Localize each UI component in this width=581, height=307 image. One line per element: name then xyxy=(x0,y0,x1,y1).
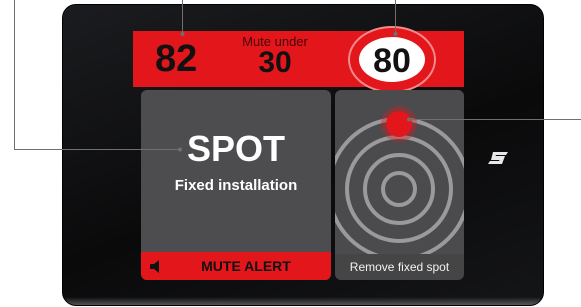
spot-alert-panel: SPOT Fixed installation MUTE ALERT xyxy=(141,90,331,280)
spot-title: SPOT xyxy=(186,128,285,169)
stage: 82 Mute under 30 80 SPOT Fixed installat… xyxy=(0,0,581,307)
device-bezel-edge xyxy=(63,297,543,305)
device-screen: 82 Mute under 30 80 SPOT Fixed installat… xyxy=(62,4,544,306)
radar-target-icon xyxy=(335,106,464,254)
current-speed: 82 xyxy=(155,38,198,80)
speed-limit-sign-face: 80 xyxy=(359,37,425,82)
remove-fixed-spot-button[interactable]: Remove fixed spot xyxy=(335,90,464,280)
remove-fixed-spot-label: Remove fixed spot xyxy=(335,254,464,280)
speed-limit-value: 80 xyxy=(373,42,411,80)
brand-logo-icon xyxy=(488,152,508,164)
spot-subtitle: Fixed installation xyxy=(174,177,298,194)
mute-under-setting: Mute under 30 xyxy=(233,35,317,79)
mute-alert-label: MUTE ALERT xyxy=(201,258,291,274)
mute-alert-button[interactable]: MUTE ALERT xyxy=(141,252,331,280)
speed-limit-sign: 80 xyxy=(348,26,436,93)
speaker-icon xyxy=(150,260,159,273)
speed-status-bar: 82 Mute under 30 80 xyxy=(133,26,464,93)
mute-under-value: 30 xyxy=(258,46,292,79)
